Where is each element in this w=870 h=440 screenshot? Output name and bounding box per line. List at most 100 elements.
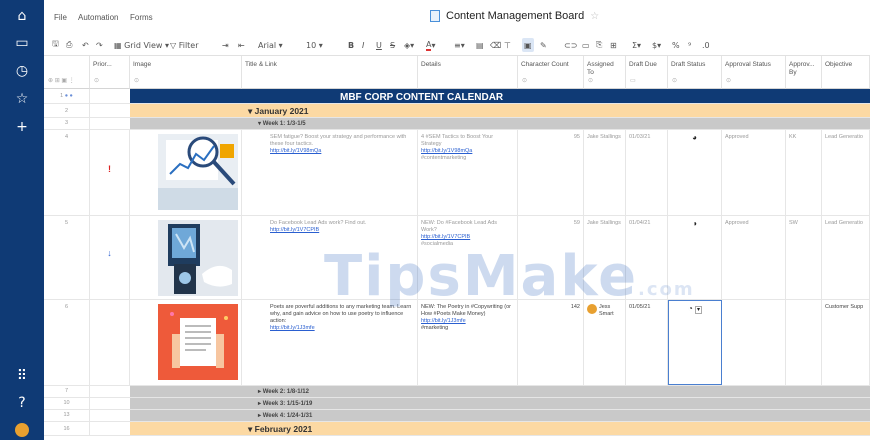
grid-view-dropdown[interactable]: ▦ Grid View ▾ [114, 38, 169, 52]
approved-by-cell[interactable]: KK [786, 130, 822, 215]
objective-cell[interactable]: Customer Supp [822, 300, 870, 385]
month-label[interactable]: ▾ January 2021 [248, 106, 309, 117]
details-cell[interactable]: 4 #SEM Tactics to Boost Your Strategy ht… [418, 130, 518, 215]
row-title-link[interactable]: http://bit.ly/1V7CPIB [270, 227, 414, 234]
row-title-link[interactable]: http://bit.ly/1J3mfe [270, 325, 414, 332]
details-cell[interactable]: NEW: The Poetry in #Copywriting (or How … [418, 300, 518, 385]
details-link[interactable]: http://bit.ly/1V98mQa [421, 148, 514, 155]
image-cell[interactable] [130, 300, 242, 385]
row-number[interactable]: 5 [44, 216, 90, 299]
dropdown-arrow-icon[interactable]: ▾ [695, 306, 703, 314]
align-icon[interactable]: ≡▾ [454, 38, 465, 52]
home-icon[interactable]: ⌂ [12, 6, 32, 26]
week-label[interactable]: ▸ Week 4: 1/24-1/31 [258, 412, 312, 419]
text-color-icon[interactable]: A ▾ [426, 38, 436, 52]
menu-forms[interactable]: Forms [130, 13, 153, 22]
more-icon[interactable]: .0 [702, 38, 710, 52]
undo-icon[interactable]: ↶ [82, 38, 89, 52]
details-link[interactable]: http://bit.ly/1V7CPIB [421, 234, 514, 241]
outdent-icon[interactable]: ⇤ [238, 38, 245, 52]
priority-cell[interactable] [90, 300, 130, 385]
week-label[interactable]: ▾ Week 1: 1/3-1/5 [258, 120, 306, 127]
discuss-icon[interactable]: ⊞ [610, 38, 617, 52]
title-link-cell[interactable]: Poets are poverful additions to any mark… [242, 300, 418, 385]
font-dropdown[interactable]: Arial ▾ [258, 38, 283, 52]
approved-by-cell[interactable] [786, 300, 822, 385]
row-number[interactable]: 1 ● ● [44, 89, 90, 103]
approved-by-cell[interactable]: SW [786, 216, 822, 299]
image-cell[interactable] [130, 216, 242, 299]
char-count-cell[interactable]: 95 [518, 130, 584, 215]
highlight-changes-icon[interactable]: ▣ [522, 38, 534, 52]
indent-icon[interactable]: ⇥ [222, 38, 229, 52]
folder-icon[interactable]: ▭ [12, 33, 32, 53]
favorites-star-icon[interactable]: ☆ [12, 89, 32, 109]
week-label[interactable]: ▸ Week 2: 1/8-1/12 [258, 388, 309, 395]
decimal-icon[interactable]: ⁹ [688, 38, 691, 52]
column-header-draft-due[interactable]: Draft Due ▭ [626, 56, 668, 89]
row-number[interactable]: 4 [44, 130, 90, 215]
print-icon[interactable]: ⎙ [66, 38, 72, 52]
launcher-grid-icon[interactable]: ⠿ [12, 366, 32, 386]
column-header-details[interactable]: Details [418, 56, 518, 89]
row-number[interactable]: 7 [44, 386, 90, 397]
favorite-star-icon[interactable]: ☆ [590, 11, 599, 22]
column-header-image[interactable]: Image ⊙ [130, 56, 242, 89]
row-number[interactable]: 13 [44, 410, 90, 421]
filter-button[interactable]: ▽ Filter [170, 38, 199, 52]
redo-icon[interactable]: ↷ [96, 38, 103, 52]
column-header-approved-by[interactable]: Approv... By [786, 56, 822, 89]
image-cell[interactable] [130, 130, 242, 215]
draft-due-cell[interactable]: 01/05/21 [626, 300, 668, 385]
approval-status-cell[interactable]: Approved [722, 130, 786, 215]
assigned-to-cell[interactable]: Jake Stallings [584, 130, 626, 215]
row-number[interactable]: 10 [44, 398, 90, 409]
column-header-assigned-to[interactable]: Assigned To ⊙ [584, 56, 626, 89]
strikethrough-button[interactable]: S [390, 38, 395, 52]
underline-button[interactable]: U [376, 38, 382, 52]
card-icon[interactable]: ▭ [582, 38, 590, 52]
draft-status-cell[interactable]: ◕ [668, 130, 722, 215]
wrap-icon[interactable]: ▤ [476, 38, 484, 52]
column-header-char-count[interactable]: Character Count ⊙ [518, 56, 584, 89]
fill-color-icon[interactable]: ◈▾ [404, 38, 414, 52]
month-label[interactable]: ▾ February 2021 [248, 424, 312, 435]
column-header-title-link[interactable]: Title & Link [242, 56, 418, 89]
draft-status-cell-selected[interactable]: ◔ ▾ [668, 300, 722, 385]
draft-due-cell[interactable]: 01/03/21 [626, 130, 668, 215]
menu-automation[interactable]: Automation [78, 13, 118, 22]
conditional-format-icon[interactable]: ✎ [540, 38, 547, 52]
percent-icon[interactable]: % [672, 38, 680, 52]
row-number[interactable]: 6 [44, 300, 90, 385]
italic-button[interactable]: I [362, 38, 364, 52]
char-count-cell[interactable]: 142 [518, 300, 584, 385]
column-header-objective[interactable]: Objective [822, 56, 870, 89]
row-number[interactable]: 16 [44, 422, 90, 435]
row-number[interactable]: 2 [44, 104, 90, 117]
week-label[interactable]: ▸ Week 3: 1/15-1/19 [258, 400, 312, 407]
bold-button[interactable]: B [348, 38, 354, 52]
help-icon[interactable]: ? [12, 393, 32, 413]
assigned-to-cell[interactable]: Jess Smart [584, 300, 626, 385]
create-plus-icon[interactable]: + [12, 117, 32, 137]
currency-icon[interactable]: $▾ [652, 38, 661, 52]
format-painter-icon[interactable]: ⊤ [504, 38, 511, 52]
row-title-link[interactable]: http://bit.ly/1V98mQa [270, 148, 414, 155]
column-header-draft-status[interactable]: Draft Status ⊙ [668, 56, 722, 89]
sum-icon[interactable]: Σ▾ [632, 38, 641, 52]
menu-file[interactable]: File [54, 13, 67, 22]
details-link[interactable]: http://bit.ly/1J3mfe [421, 318, 514, 325]
objective-cell[interactable]: Lead Generatio [822, 216, 870, 299]
column-header-approval-status[interactable]: Approval Status ⊙ [722, 56, 786, 89]
column-header-priority[interactable]: Prior... ⊙ [90, 56, 130, 89]
clear-format-icon[interactable]: ⌫ [490, 38, 501, 52]
row-number[interactable]: 3 [44, 118, 90, 129]
approval-status-cell[interactable] [722, 300, 786, 385]
approval-status-cell[interactable]: Approved [722, 216, 786, 299]
link-icon[interactable]: ⊂⊃ [564, 38, 577, 52]
save-icon[interactable]: 🖫 [52, 38, 59, 52]
account-avatar[interactable] [12, 420, 32, 440]
clock-icon[interactable]: ◷ [12, 61, 32, 81]
attach-icon[interactable]: ⎘ [596, 38, 602, 52]
objective-cell[interactable]: Lead Generatio [822, 130, 870, 215]
